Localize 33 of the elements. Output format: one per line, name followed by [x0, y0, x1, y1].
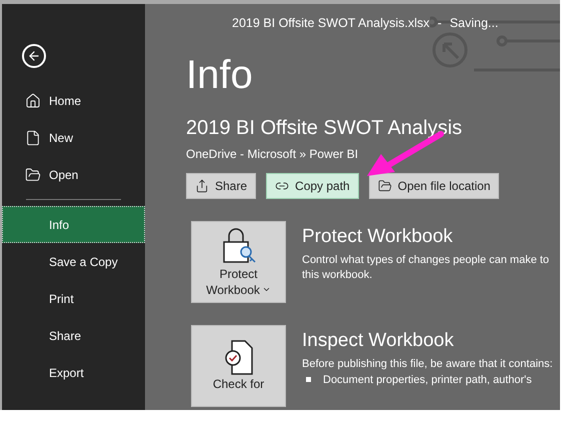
sidebar-item[interactable]: Save a Copy: [2, 243, 145, 280]
folder-icon: [378, 178, 392, 193]
save-status: Saving...: [450, 15, 498, 32]
page-title: Info: [186, 54, 254, 95]
document-location: OneDrive - Microsoft » Power BI: [186, 146, 360, 163]
section-title: Inspect Workbook: [302, 328, 455, 353]
action-button[interactable]: Copy path: [266, 172, 359, 199]
sidebar-item[interactable]: Open: [2, 156, 145, 193]
share-icon: [195, 178, 209, 193]
section-description: Control what types of changes people can make to this workbook.: [302, 253, 550, 284]
sidebar-item[interactable]: Share: [2, 317, 145, 354]
action-button[interactable]: Open file location: [368, 172, 500, 199]
sidebar-item[interactable]: Print: [2, 280, 145, 317]
window-title: 2019 BI Offsite SWOT Analysis.xlsx: [232, 15, 430, 32]
new-icon: [25, 130, 41, 146]
section-button[interactable]: Protect Workbook: [191, 220, 286, 303]
sidebar-item[interactable]: New: [2, 119, 145, 156]
back-button[interactable]: [22, 44, 46, 68]
document-check-icon: [224, 340, 254, 376]
open-icon: [25, 166, 41, 182]
bullet-text: Document properties, printer path, author's: [323, 373, 532, 388]
section-description: Before publishing this file, be aware that it contains:: [302, 357, 554, 372]
document-name: 2019 BI Offsite SWOT Analysis: [186, 116, 464, 141]
section-button[interactable]: Check for: [191, 324, 286, 407]
home-icon: [25, 92, 41, 108]
back-icon: [27, 49, 41, 63]
sidebar-item[interactable]: Export: [2, 354, 145, 391]
title-separator: -: [438, 15, 442, 32]
action-button[interactable]: Share: [186, 172, 256, 199]
bullet-icon: [306, 377, 311, 382]
sidebar-item[interactable]: Info: [2, 206, 145, 243]
sidebar-item[interactable]: Home: [2, 82, 145, 119]
section-title: Protect Workbook: [302, 224, 454, 249]
